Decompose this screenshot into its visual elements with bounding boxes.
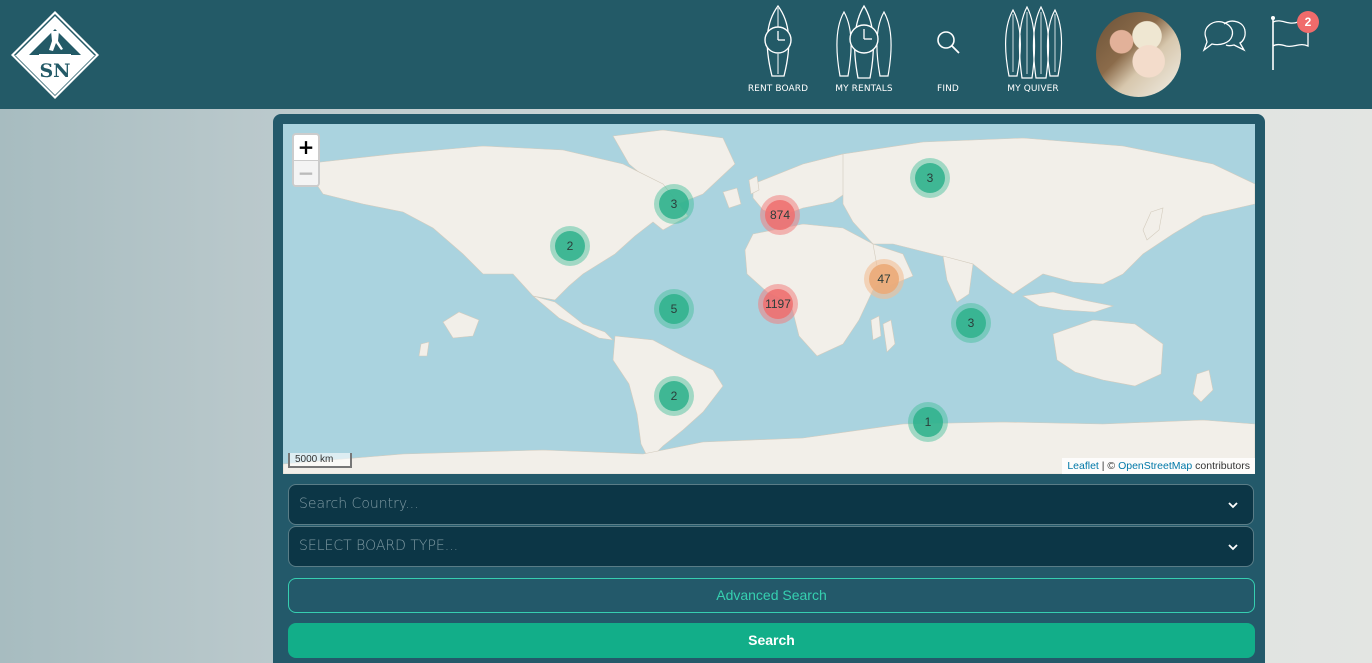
search-button[interactable]: Search [288, 623, 1255, 658]
cluster-count: 47 [869, 264, 899, 294]
map-cluster-marker[interactable]: 47 [864, 259, 904, 299]
nav-rent-board[interactable]: RENT BOARD [736, 4, 820, 104]
svg-text:SN: SN [39, 60, 70, 82]
cluster-count: 874 [765, 200, 795, 230]
zoom-out-button[interactable]: − [294, 160, 318, 185]
surfboard-clock-icon [764, 4, 792, 77]
map-cluster-marker[interactable]: 3 [951, 303, 991, 343]
board-type-select-placeholder: SELECT BOARD TYPE... [299, 538, 459, 554]
attribution-separator: | © [1098, 460, 1119, 472]
zoom-control: + − [292, 133, 320, 187]
zoom-in-button[interactable]: + [294, 135, 318, 160]
top-navbar: SN RENT BOARD MY RENTALS FIND MY QUIVER … [0, 0, 1372, 109]
world-map[interactable]: + − 3 874 3 2 47 1197 5 3 2 1 5000 km Le… [283, 124, 1255, 474]
map-cluster-marker[interactable]: 1 [908, 402, 948, 442]
map-attribution: Leaflet | © OpenStreetMap contributors [1062, 458, 1255, 474]
nav-label: RENT BOARD [747, 84, 809, 94]
cluster-count: 3 [659, 189, 689, 219]
user-avatar[interactable] [1096, 12, 1181, 97]
cluster-count: 3 [915, 163, 945, 193]
nav-my-rentals[interactable]: MY RENTALS [822, 4, 906, 104]
surfnet-logo[interactable]: SN [9, 9, 101, 101]
cluster-count: 1197 [763, 289, 793, 319]
country-select-placeholder: Search Country... [299, 496, 419, 512]
surfboards-quiver-icon [1005, 5, 1063, 79]
openstreetmap-link[interactable]: OpenStreetMap [1118, 460, 1192, 472]
attribution-suffix: contributors [1192, 460, 1250, 472]
chevron-down-icon [1228, 502, 1238, 509]
cluster-count: 2 [555, 231, 585, 261]
surfboards-clock-icon [836, 4, 892, 79]
cluster-count: 1 [913, 407, 943, 437]
nav-label: MY RENTALS [835, 84, 893, 94]
map-cluster-marker[interactable]: 2 [550, 226, 590, 266]
notification-badge: 2 [1297, 11, 1319, 33]
chevron-down-icon [1228, 544, 1238, 551]
cluster-count: 3 [956, 308, 986, 338]
map-cluster-marker[interactable]: 2 [654, 376, 694, 416]
chat-bubbles-icon[interactable] [1200, 16, 1248, 58]
advanced-search-button[interactable]: Advanced Search [288, 578, 1255, 613]
map-cluster-marker[interactable]: 3 [654, 184, 694, 224]
map-cluster-marker[interactable]: 874 [760, 195, 800, 235]
map-cluster-marker[interactable]: 1197 [758, 284, 798, 324]
board-type-select[interactable]: SELECT BOARD TYPE... [288, 526, 1254, 567]
leaflet-link[interactable]: Leaflet [1067, 460, 1099, 472]
nav-label: MY QUIVER [1007, 84, 1059, 94]
map-cluster-marker[interactable]: 3 [910, 158, 950, 198]
nav-my-quiver[interactable]: MY QUIVER [991, 4, 1075, 104]
cluster-count: 5 [659, 294, 689, 324]
map-cluster-marker[interactable]: 5 [654, 289, 694, 329]
nav-label: FIND [937, 84, 959, 94]
country-select[interactable]: Search Country... [288, 484, 1254, 525]
search-icon [937, 31, 960, 54]
nav-find[interactable]: FIND [906, 4, 990, 104]
cluster-count: 2 [659, 381, 689, 411]
map-scale: 5000 km [288, 453, 352, 468]
